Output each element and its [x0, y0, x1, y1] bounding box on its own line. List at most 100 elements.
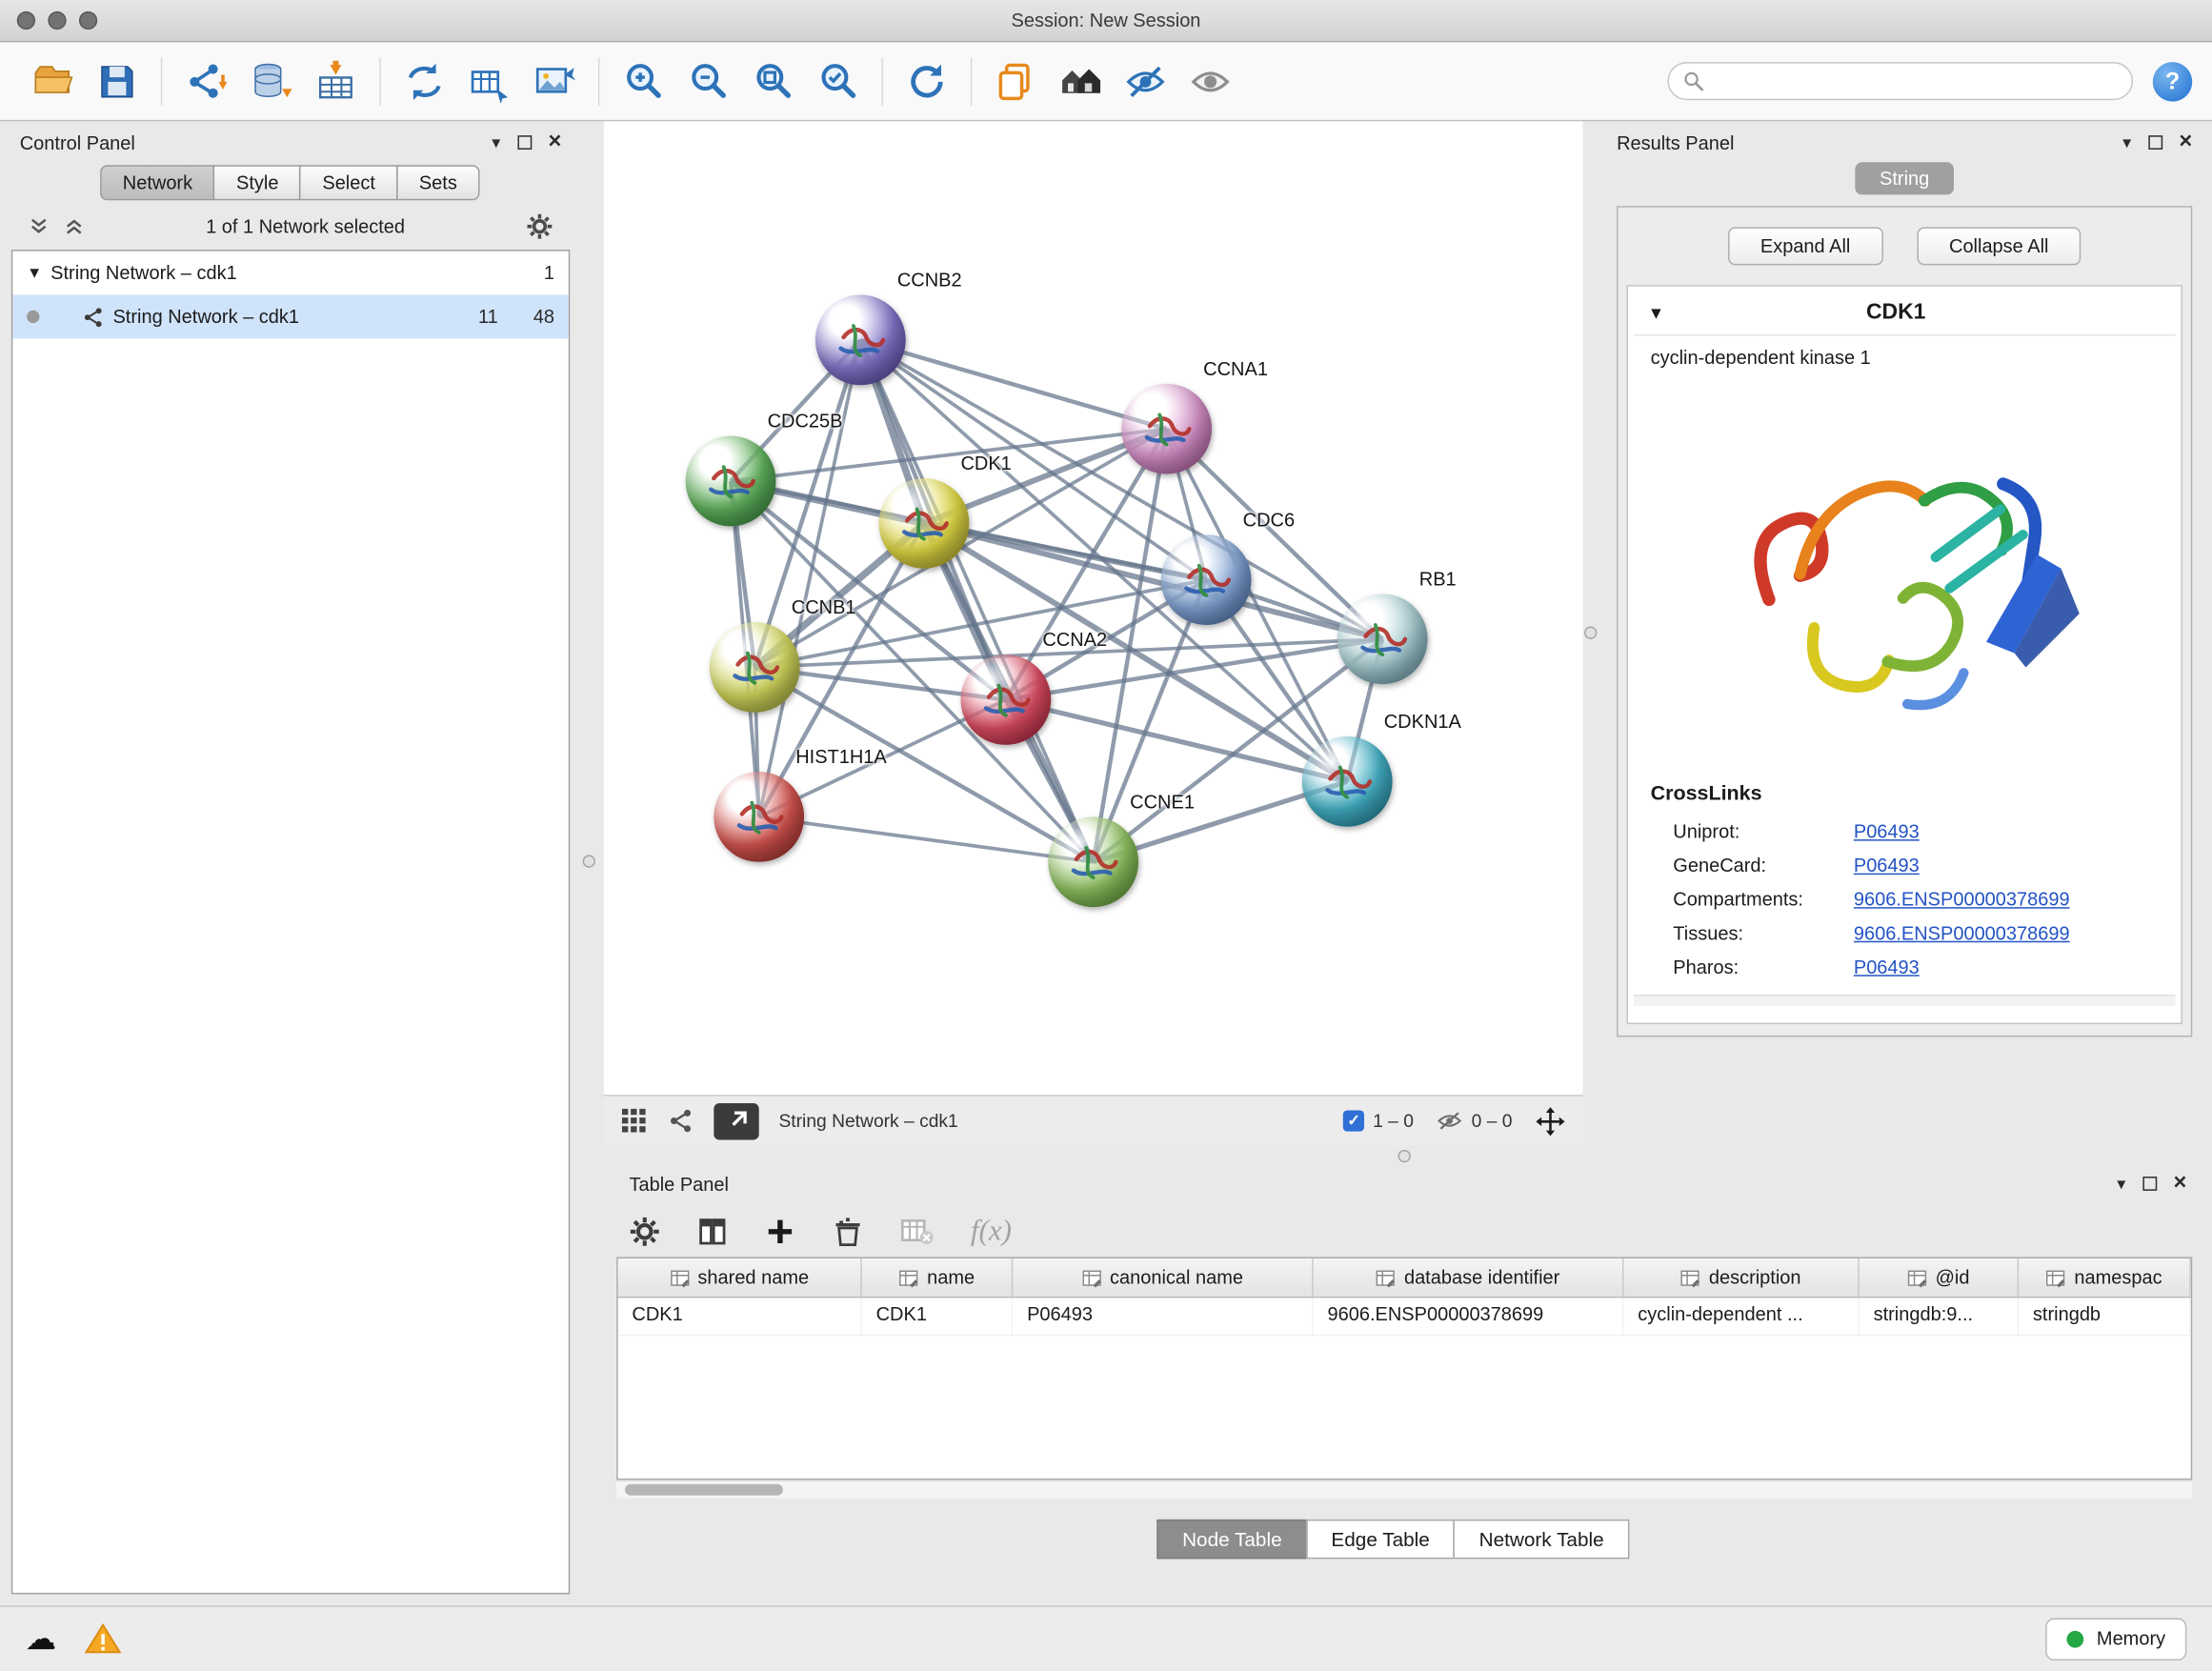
- tab-sets[interactable]: Sets: [396, 165, 479, 200]
- column-header--id[interactable]: @id: [1860, 1258, 2019, 1297]
- tab-network-table[interactable]: Network Table: [1454, 1520, 1629, 1559]
- add-column-icon[interactable]: [765, 1216, 796, 1247]
- gear-icon[interactable]: [526, 213, 553, 240]
- table-hscrollbar[interactable]: [616, 1480, 2192, 1498]
- network-collection-row[interactable]: ▼ String Network – cdk1 1: [12, 252, 568, 295]
- column-header-canonical-name[interactable]: canonical name: [1013, 1258, 1313, 1297]
- collapse-all-button[interactable]: Collapse All: [1917, 227, 2081, 265]
- crosslink-link[interactable]: 9606.ENSP00000378699: [1854, 888, 2070, 909]
- help-button[interactable]: ?: [2153, 61, 2192, 100]
- network-node-cdkn1a[interactable]: [1302, 736, 1393, 827]
- column-header-namespac[interactable]: namespac: [2019, 1258, 2191, 1297]
- export-image-button[interactable]: [522, 51, 587, 111]
- cloud-icon[interactable]: ☁: [26, 1623, 57, 1655]
- panel-close-icon[interactable]: ×: [2179, 131, 2192, 154]
- network-node-ccne1[interactable]: [1048, 816, 1138, 907]
- detach-view-button[interactable]: [714, 1102, 758, 1139]
- hide-show-button[interactable]: [1113, 51, 1177, 111]
- panel-menu-icon[interactable]: ▾: [2122, 134, 2131, 151]
- network-node-hist1h1a[interactable]: [714, 772, 804, 862]
- table-cell[interactable]: 9606.ENSP00000378699: [1314, 1298, 1624, 1335]
- panel-float-icon[interactable]: [517, 135, 532, 150]
- tab-network[interactable]: Network: [100, 165, 215, 200]
- network-node-cdc25b[interactable]: [686, 436, 776, 527]
- network-node-cdc6[interactable]: [1161, 534, 1252, 625]
- warning-icon[interactable]: [85, 1622, 122, 1655]
- network-and-table-button[interactable]: [457, 51, 522, 111]
- expand-all-button[interactable]: Expand All: [1728, 227, 1883, 265]
- panel-menu-icon[interactable]: ▾: [492, 134, 500, 151]
- table-cell[interactable]: P06493: [1013, 1298, 1313, 1335]
- checkbox-icon[interactable]: ✓: [1343, 1110, 1364, 1131]
- network-row[interactable]: String Network – cdk1 11 48: [12, 295, 568, 339]
- search-box[interactable]: [1667, 62, 2133, 100]
- zoom-out-button[interactable]: [675, 51, 740, 111]
- search-input[interactable]: [1713, 70, 2118, 93]
- zoom-selected-button[interactable]: [806, 51, 871, 111]
- network-view[interactable]: CCNB2CCNA1CDC25BCDK1CDC6RB1CCNB1CCNA2CDK…: [604, 121, 1583, 1095]
- expand-all-icon[interactable]: [64, 216, 85, 237]
- show-columns-icon[interactable]: [697, 1216, 729, 1247]
- column-header-name[interactable]: name: [862, 1258, 1013, 1297]
- table-cell[interactable]: stringdb:9...: [1860, 1298, 2019, 1335]
- network-node-ccnb2[interactable]: [815, 295, 906, 386]
- panel-close-icon[interactable]: ×: [549, 131, 562, 154]
- save-session-button[interactable]: [85, 51, 150, 111]
- maximize-window-button[interactable]: [79, 11, 97, 30]
- panel-menu-icon[interactable]: ▾: [2117, 1176, 2125, 1193]
- panel-float-icon[interactable]: [2142, 1177, 2157, 1191]
- network-node-ccna2[interactable]: [960, 654, 1051, 745]
- birds-eye-grid-icon[interactable]: [621, 1107, 648, 1134]
- delete-column-icon[interactable]: [833, 1216, 864, 1247]
- crosslink-link[interactable]: P06493: [1854, 820, 1920, 841]
- clone-network-button[interactable]: [983, 51, 1048, 111]
- column-header-shared-name[interactable]: shared name: [618, 1258, 862, 1297]
- tab-string[interactable]: String: [1856, 162, 1954, 194]
- import-table-button[interactable]: [303, 51, 368, 111]
- table-cell[interactable]: CDK1: [618, 1298, 862, 1335]
- crosslink-link[interactable]: P06493: [1854, 956, 1920, 976]
- left-splitter-handle[interactable]: [583, 855, 595, 867]
- tab-select[interactable]: Select: [300, 165, 398, 200]
- pan-crosshair-icon[interactable]: [1535, 1105, 1566, 1137]
- column-header-description[interactable]: description: [1623, 1258, 1859, 1297]
- close-window-button[interactable]: [17, 11, 35, 30]
- crosslink-link[interactable]: P06493: [1854, 855, 1920, 876]
- table-cell[interactable]: stringdb: [2019, 1298, 2191, 1335]
- scrollbar-thumb[interactable]: [625, 1484, 783, 1496]
- import-network-database-button[interactable]: [238, 51, 303, 111]
- table-cell[interactable]: CDK1: [862, 1298, 1013, 1335]
- tab-style[interactable]: Style: [213, 165, 301, 200]
- table-row[interactable]: CDK1CDK1P064939606.ENSP00000378699cyclin…: [618, 1298, 2191, 1336]
- string-home-button[interactable]: [1048, 51, 1113, 111]
- zoom-in-button[interactable]: [611, 51, 675, 111]
- panel-close-icon[interactable]: ×: [2174, 1173, 2187, 1196]
- minimize-window-button[interactable]: [48, 11, 66, 30]
- bottom-splitter-handle[interactable]: [1398, 1150, 1411, 1162]
- refresh-button[interactable]: [895, 51, 959, 111]
- section-collapse-icon[interactable]: ▼: [1648, 305, 1665, 322]
- function-builder-button[interactable]: f(x): [971, 1214, 1012, 1249]
- tab-node-table[interactable]: Node Table: [1156, 1520, 1307, 1559]
- delete-table-icon[interactable]: [900, 1216, 935, 1247]
- network-node-ccna1[interactable]: [1121, 384, 1212, 474]
- swap-networks-button[interactable]: [392, 51, 457, 111]
- table-cell[interactable]: cyclin-dependent ...: [1623, 1298, 1859, 1335]
- network-node-ccnb1[interactable]: [710, 622, 800, 713]
- crosslink-link[interactable]: 9606.ENSP00000378699: [1854, 922, 2070, 943]
- panel-float-icon[interactable]: [2148, 135, 2162, 150]
- network-node-cdk1[interactable]: [879, 478, 970, 569]
- table-settings-gear-icon[interactable]: [629, 1216, 660, 1247]
- import-network-file-button[interactable]: [173, 51, 238, 111]
- collapse-all-icon[interactable]: [29, 216, 50, 237]
- network-overview-icon[interactable]: [667, 1107, 694, 1134]
- open-session-button[interactable]: [20, 51, 85, 111]
- memory-button[interactable]: Memory: [2046, 1618, 2187, 1660]
- right-splitter-handle[interactable]: [1584, 627, 1597, 639]
- preview-button[interactable]: [1178, 51, 1243, 111]
- column-header-database-identifier[interactable]: database identifier: [1314, 1258, 1624, 1297]
- tab-edge-table[interactable]: Edge Table: [1306, 1520, 1456, 1559]
- disclosure-triangle-icon[interactable]: ▼: [27, 265, 42, 282]
- network-node-rb1[interactable]: [1337, 594, 1428, 684]
- results-hscrollbar[interactable]: [1634, 995, 2176, 1006]
